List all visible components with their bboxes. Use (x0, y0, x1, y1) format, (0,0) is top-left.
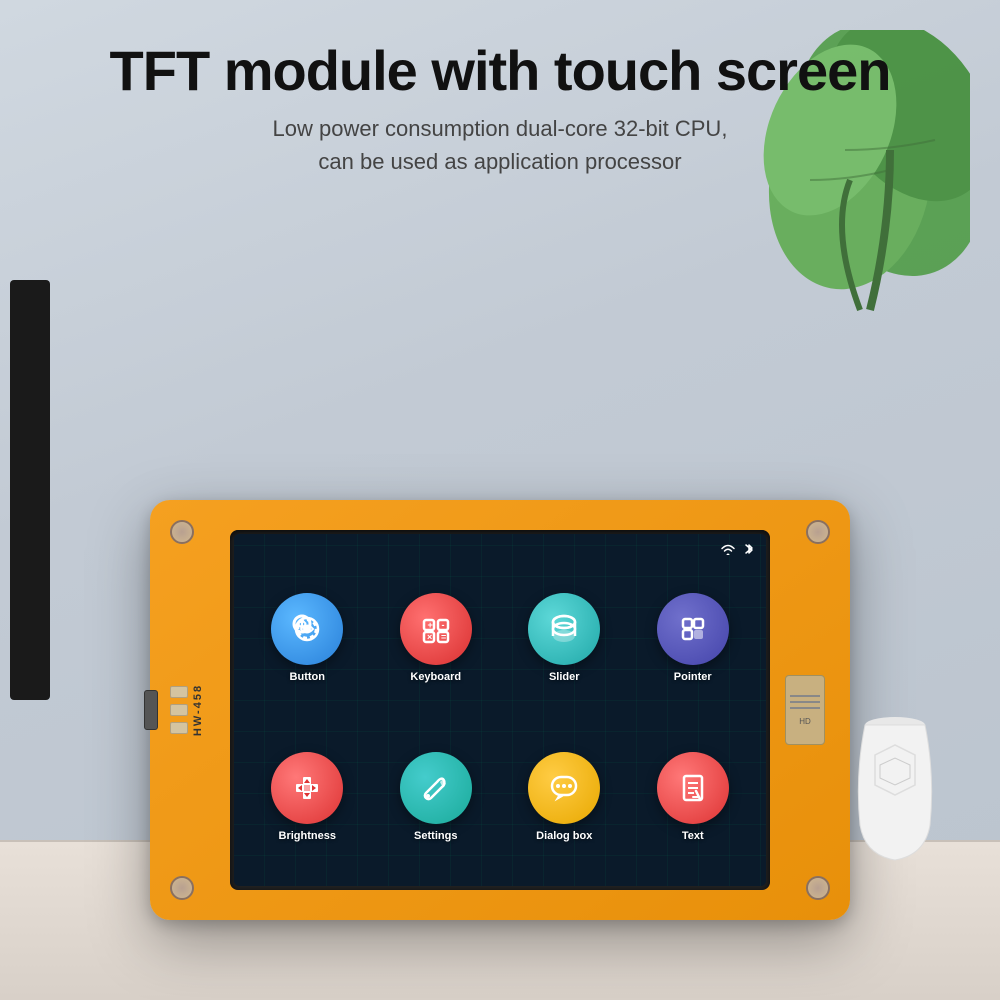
app-icon-settings[interactable] (400, 752, 472, 824)
app-item-text[interactable]: Text (635, 724, 752, 872)
pcb-board: HW-458 HD (150, 500, 850, 920)
module-line-3 (790, 707, 820, 709)
screen-inner: Button + - × (234, 534, 766, 886)
app-item-dialog[interactable]: Dialog box (506, 724, 623, 872)
app-item-brightness[interactable]: Brightness (249, 724, 366, 872)
bluetooth-icon (744, 542, 754, 559)
pcb-hole-tl (170, 520, 194, 544)
app-grid: Button + - × (249, 564, 751, 871)
device: HW-458 HD (150, 500, 850, 920)
app-item-keyboard[interactable]: + - × = Keyboard (378, 564, 495, 712)
app-label-dialog: Dialog box (536, 830, 592, 842)
pcb-btn-1 (170, 686, 188, 698)
module-line-2 (790, 701, 820, 703)
subtitle: Low power consumption dual-core 32-bit C… (0, 112, 1000, 178)
header-section: TFT module with touch screen Low power c… (0, 40, 1000, 178)
module-line-1 (790, 695, 820, 697)
app-icon-keyboard[interactable]: + - × = (400, 593, 472, 665)
frame-decoration (10, 280, 50, 700)
usb-port (144, 690, 158, 730)
app-item-slider[interactable]: Slider (506, 564, 623, 712)
app-icon-brightness[interactable] (271, 752, 343, 824)
app-label-brightness: Brightness (279, 830, 336, 842)
svg-text:-: - (441, 620, 444, 630)
screen-outer: Button + - × (230, 530, 770, 890)
main-title: TFT module with touch screen (0, 40, 1000, 102)
app-label-text: Text (682, 830, 704, 842)
hd-label: HD (799, 717, 811, 726)
wifi-icon (720, 542, 736, 559)
app-icon-slider[interactable] (528, 593, 600, 665)
app-label-keyboard: Keyboard (410, 671, 461, 683)
svg-text:=: = (441, 632, 446, 642)
device-label: HW-458 (192, 684, 204, 736)
pcb-btn-2 (170, 704, 188, 716)
app-label-settings: Settings (414, 830, 457, 842)
vase-decoration (845, 695, 945, 870)
app-icon-text[interactable] (657, 752, 729, 824)
pcb-btn-3 (170, 722, 188, 734)
app-icon-pointer[interactable] (657, 593, 729, 665)
app-item-button[interactable]: Button (249, 564, 366, 712)
screen-status-icons (720, 542, 754, 559)
app-item-pointer[interactable]: Pointer (635, 564, 752, 712)
app-label-button: Button (290, 671, 325, 683)
svg-text:×: × (427, 632, 432, 642)
pcb-hole-bl (170, 876, 194, 900)
svg-text:+: + (427, 620, 432, 630)
app-label-slider: Slider (549, 671, 580, 683)
pcb-hole-tr (806, 520, 830, 544)
app-label-pointer: Pointer (674, 671, 712, 683)
pcb-components-left (170, 686, 188, 734)
pcb-hole-br (806, 876, 830, 900)
app-item-settings[interactable]: Settings (378, 724, 495, 872)
app-icon-dialog[interactable] (528, 752, 600, 824)
pcb-right-module: HD (785, 675, 825, 745)
app-icon-button[interactable] (271, 593, 343, 665)
